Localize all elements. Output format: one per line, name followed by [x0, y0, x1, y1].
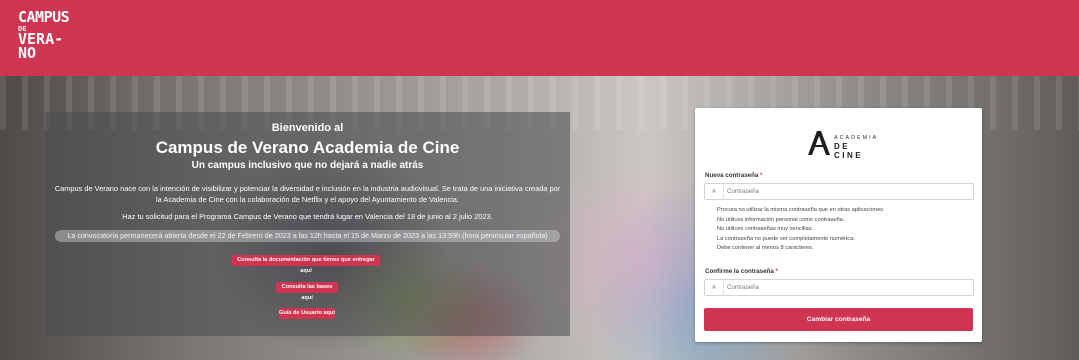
- campus-logo[interactable]: CAMPUS DE VERA- NO: [18, 10, 78, 70]
- confirm-password-input[interactable]: [727, 280, 967, 295]
- new-password-field[interactable]: #: [704, 183, 974, 200]
- logo-text-de-cine: DE CINE: [834, 142, 864, 160]
- change-password-card: ACADEMIA DE CINE Nueva contraseña * # Pr…: [695, 108, 982, 342]
- hint-item: No utilices contraseñas muy sencillas.: [717, 226, 814, 233]
- academia-a-icon: [808, 131, 830, 155]
- documentation-button[interactable]: Consulta la documentación que tienes que…: [232, 255, 380, 274]
- academia-de-cine-logo: ACADEMIA DE CINE: [806, 130, 879, 160]
- new-password-input[interactable]: [727, 184, 967, 199]
- new-password-label-text: Nueva contraseña: [705, 172, 759, 179]
- hint-item: La contraseña no puede ser completamente…: [717, 235, 855, 242]
- password-prefix-icon: #: [705, 280, 724, 295]
- welcome-greeting: Bienvenido al: [271, 122, 344, 134]
- welcome-subtitle: Un campus inclusivo que no dejará a nadi…: [191, 160, 424, 171]
- new-password-label: Nueva contraseña *: [705, 172, 762, 179]
- password-prefix-icon: #: [705, 184, 724, 199]
- welcome-description: Campus de Verano nace con la intención d…: [54, 184, 561, 204]
- site-header: CAMPUS DE VERA- NO: [0, 0, 1079, 76]
- welcome-panel: Bienvenido al Campus de Verano Academia …: [45, 112, 570, 336]
- required-mark: *: [775, 268, 778, 275]
- confirm-password-field[interactable]: #: [704, 279, 974, 296]
- logo-line-no: NO: [18, 44, 37, 62]
- hint-item: Procura no utilizar la misma contraseña …: [717, 207, 885, 213]
- application-period-notice: La convocatoria permanecerá abierta desd…: [55, 230, 560, 242]
- hint-item: No utilices información personal como co…: [717, 216, 845, 223]
- password-requirements: Procura no utilizar la misma contraseña …: [717, 206, 972, 254]
- confirm-password-label-text: Confirme la contraseña: [705, 268, 774, 275]
- welcome-title: Campus de Verano Academia de Cine: [155, 138, 460, 157]
- logo-line-campus: CAMPUS: [18, 8, 70, 26]
- logo-text-academia: ACADEMIA: [834, 135, 879, 141]
- user-guide-button[interactable]: Guía de Usuario aquí: [279, 308, 335, 319]
- confirm-password-label: Confirme la contraseña *: [705, 268, 778, 275]
- hint-item: Debe contener al menos 8 carácteres.: [717, 245, 814, 252]
- welcome-request-info: Haz tu solicitud para el Programa Campus…: [122, 212, 493, 221]
- change-password-button[interactable]: Cambiar contraseña: [704, 308, 973, 331]
- bases-button[interactable]: Consulta las bases aquí: [276, 282, 338, 301]
- required-mark: *: [760, 172, 763, 179]
